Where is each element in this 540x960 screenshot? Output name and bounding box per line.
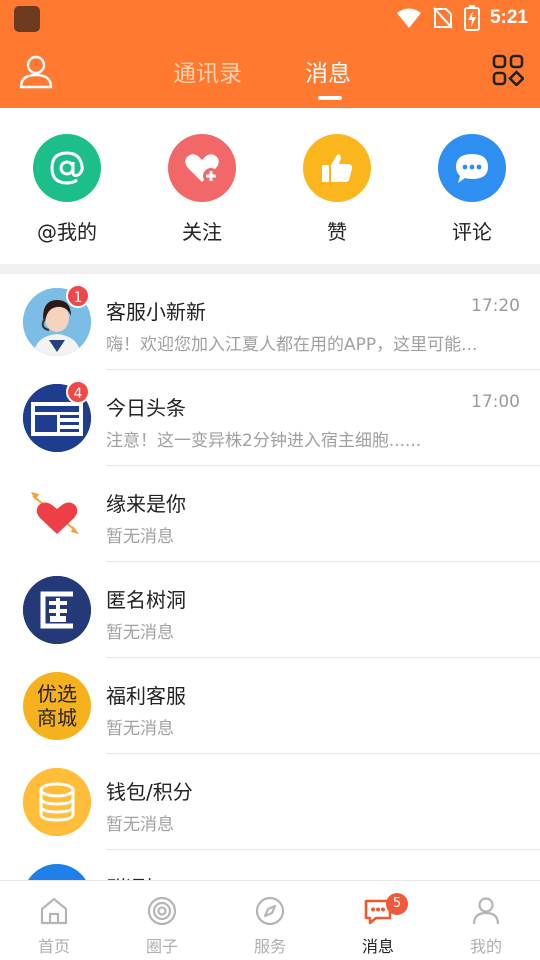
message-row[interactable]: 缘来是你 暂无消息 xyxy=(0,466,540,562)
quick-action-label: 关注 xyxy=(182,220,222,244)
nav-label: 首页 xyxy=(37,937,70,956)
messages-screen: 5:21 通讯录 消息 @我的 关注 赞 评论 1 客服小新新 嗨！欢迎您加入江… xyxy=(0,0,540,960)
status-bar: 5:21 xyxy=(0,0,540,36)
tab-indicator xyxy=(318,96,342,100)
message-preview: 暂无消息 xyxy=(106,719,174,739)
message-list: 1 客服小新新 嗨！欢迎您加入江夏人都在用的APP，这里可能... 17:20 … xyxy=(0,274,540,946)
quick-action-comment[interactable]: 评论 xyxy=(417,134,527,245)
nav-badge: 5 xyxy=(386,893,408,915)
nav-services[interactable]: 服务 xyxy=(216,881,324,960)
message-row[interactable]: 匿名树洞 暂无消息 xyxy=(0,562,540,658)
message-title: 匿名树洞 xyxy=(106,588,186,612)
message-row[interactable]: 1 客服小新新 嗨！欢迎您加入江夏人都在用的APP，这里可能... 17:20 xyxy=(0,274,540,370)
thumbs-up-icon xyxy=(303,134,371,202)
nav-home[interactable]: 首页 xyxy=(0,881,108,960)
profile-icon xyxy=(472,897,500,925)
message-row[interactable]: 钱包/积分 暂无消息 xyxy=(0,754,540,850)
user-icon[interactable] xyxy=(18,54,54,90)
message-preview: 嗨！欢迎您加入江夏人都在用的APP，这里可能... xyxy=(106,335,478,355)
quick-action-follow[interactable]: 关注 xyxy=(147,134,257,245)
quick-actions: @我的 关注 赞 评论 xyxy=(0,108,540,264)
unread-badge: 1 xyxy=(66,284,90,308)
message-title: 钱包/积分 xyxy=(106,780,193,804)
message-title: 福利客服 xyxy=(106,684,186,708)
coins-avatar xyxy=(23,768,91,836)
home-icon xyxy=(40,897,68,925)
message-row[interactable]: 优选 商城 福利客服 暂无消息 xyxy=(0,658,540,754)
nav-profile[interactable]: 我的 xyxy=(432,881,540,960)
status-time: 5:21 xyxy=(489,7,528,28)
message-row[interactable]: 4 今日头条 注意！这一变异株2分钟进入宿主细胞...... 17:00 xyxy=(0,370,540,466)
nav-label: 圈子 xyxy=(145,937,178,956)
unread-badge: 4 xyxy=(66,380,90,404)
mall-avatar: 优选 商城 xyxy=(23,672,91,740)
message-time: 17:00 xyxy=(471,392,520,412)
message-preview: 暂无消息 xyxy=(106,623,174,643)
status-icons: 5:21 xyxy=(396,4,528,32)
app-notification-icon xyxy=(14,6,40,32)
nav-label: 我的 xyxy=(469,937,502,956)
app-header: 5:21 通讯录 消息 xyxy=(0,0,540,108)
circle-icon xyxy=(147,896,177,926)
message-preview: 注意！这一变异株2分钟进入宿主细胞...... xyxy=(106,431,422,451)
wifi-icon xyxy=(396,8,421,28)
scan-grid-icon[interactable] xyxy=(492,54,524,86)
mall-avatar-text: 商城 xyxy=(37,706,77,730)
anonymous-avatar xyxy=(23,576,91,644)
message-title: 缘来是你 xyxy=(106,492,186,516)
nav-circle[interactable]: 圈子 xyxy=(108,881,216,960)
message-time: 17:20 xyxy=(471,296,520,316)
tab-messages[interactable]: 消息 xyxy=(305,54,351,88)
message-title: 今日头条 xyxy=(106,396,186,420)
quick-action-label: @我的 xyxy=(37,220,97,244)
at-icon xyxy=(33,134,101,202)
bottom-nav: 首页 圈子 服务 5 消息 我的 xyxy=(0,880,540,960)
mall-avatar-text: 优选 xyxy=(37,682,77,706)
compass-icon xyxy=(255,896,285,926)
message-preview: 暂无消息 xyxy=(106,527,174,547)
heart-arrow-avatar xyxy=(23,480,91,548)
message-preview: 暂无消息 xyxy=(106,815,174,835)
top-nav: 通讯录 消息 xyxy=(0,40,540,108)
quick-action-label: 评论 xyxy=(452,220,492,244)
nav-messages[interactable]: 5 消息 xyxy=(324,881,432,960)
quick-action-like[interactable]: 赞 xyxy=(282,134,392,245)
heart-plus-icon xyxy=(168,134,236,202)
tab-contacts[interactable]: 通讯录 xyxy=(173,54,242,88)
message-title: 客服小新新 xyxy=(106,300,206,324)
nav-label: 消息 xyxy=(361,937,394,956)
quick-action-label: 赞 xyxy=(327,220,347,244)
nav-label: 服务 xyxy=(253,937,286,956)
quick-action-at-me[interactable]: @我的 xyxy=(12,134,122,245)
no-sim-icon xyxy=(433,7,453,29)
comment-icon xyxy=(438,134,506,202)
battery-charging-icon xyxy=(463,5,480,31)
section-divider xyxy=(0,264,540,274)
